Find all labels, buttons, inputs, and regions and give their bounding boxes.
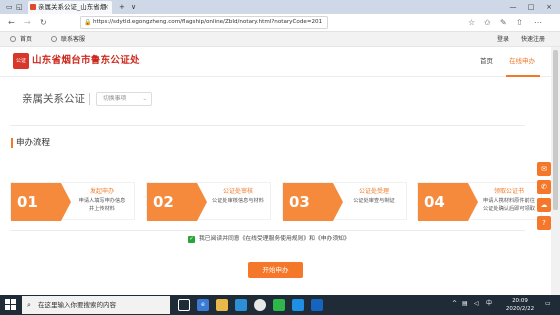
process-step: 03 公证处受理 公证处审查与制证 [282,182,407,221]
file-explorer-icon[interactable] [216,299,228,311]
share-icon[interactable]: ⇧ [516,14,523,32]
step-number: 02 [147,183,197,221]
wechat-taskbar-icon[interactable] [273,299,285,311]
minimize-button[interactable]: — [504,0,522,14]
favorites-icon[interactable]: ✩ [484,14,491,32]
section-marker [11,138,13,148]
nav-online-apply[interactable]: 在线申办 [509,56,535,66]
volume-icon[interactable]: ◁ [474,300,479,308]
tab-title: 亲属关系公证_山东省烟 [38,3,107,11]
app-icon[interactable] [292,299,304,311]
close-window-button[interactable]: × [540,0,558,14]
help-icon[interactable]: ? [537,216,551,230]
ime-indicator[interactable]: 中 [486,300,492,308]
title-divider [89,93,90,105]
bookmark-contact-service[interactable]: 联系客服 [61,32,85,47]
switch-item-select[interactable]: 切换事项 ⌄ [96,92,152,106]
address-bar[interactable]: 🔒 https://sdytld.egongzheng.com/flagship… [80,16,328,29]
clock-date: 2020/2/22 [505,306,535,312]
process-step: 02 公证处审核 公证处审核信息与材料 [146,182,271,221]
switch-item-label: 切换事项 [103,96,127,102]
taskbar-search-box[interactable]: ⌕ 在这里输入你要搜索的内容 [22,296,170,314]
favorites-star-icon[interactable]: ☆ [468,14,475,32]
url-text: https://sdytld.egongzheng.com/flagship/o… [93,19,323,25]
browser-app-icon[interactable] [254,299,266,311]
nav-active-indicator [506,75,540,77]
new-tab-button[interactable]: + [119,1,125,13]
tab-actions-icon[interactable]: ◱ [16,1,23,13]
site-favicon-icon [30,4,36,10]
agreement-text: 我已阅读并同意《在线受理服务使用规则》和《申办须知》 [199,236,350,242]
search-placeholder: 在这里输入你要搜索的内容 [38,301,116,309]
browser-tab[interactable]: 亲属关系公证_山东省烟 × [28,1,112,14]
bookmark-home[interactable]: 首页 [20,32,32,47]
process-step: 04 领取公证书 申请人携材料原件前往 公证处确认后即可领取 [417,182,542,221]
step-title: 公证处受理 [358,188,389,195]
login-link[interactable]: 登录 [497,32,509,47]
app-icon[interactable] [235,299,247,311]
service-icon [51,36,57,42]
chevron-down-icon: ⌄ [142,96,147,102]
step-desc: 公证处审核信息与材料 [212,198,264,204]
page-title: 亲属关系公证 [22,93,85,105]
search-icon: ⌕ [27,301,31,309]
phone-icon[interactable]: ✆ [537,180,551,194]
start-apply-button[interactable]: 开始申办 [248,262,303,278]
forward-button[interactable]: → [24,14,31,32]
reading-list-icon[interactable]: ✎ [500,14,507,32]
site-title: 山东省烟台市鲁东公证处 [32,55,140,66]
step-number: 01 [11,183,61,221]
step-number: 04 [418,183,468,221]
divider [10,125,525,126]
lock-icon: 🔒 [84,19,92,26]
store-icon[interactable] [311,299,323,311]
windows-start-icon[interactable] [5,299,17,311]
taskbar-clock[interactable]: 20:09 2020/2/22 [500,297,540,313]
back-button[interactable]: ← [8,14,15,32]
step-desc: 公证处审查与制证 [353,198,395,204]
divider [10,230,525,231]
maximize-button[interactable]: □ [522,0,540,14]
tab-list-button[interactable]: ∨ [131,1,136,13]
tray-chevron-icon[interactable]: ^ [452,300,457,308]
tab-close-icon[interactable]: × [103,1,109,13]
home-icon [10,36,16,42]
step-title: 发起申办 [89,188,114,195]
message-icon[interactable]: ✉ [537,162,551,176]
notification-icon[interactable]: ▭ [545,300,551,308]
step-number: 03 [283,183,333,221]
refresh-button[interactable]: ↻ [40,14,47,32]
more-menu-icon[interactable]: ⋯ [534,14,542,32]
step-desc: 申请人携材料原件前往 公证处确认后即可领取 [483,198,535,212]
wechat-icon[interactable]: ☁ [537,198,551,212]
process-step: 01 发起申办 申请人填写申办信息 并上传材料 [10,182,135,221]
scrollbar-thumb[interactable] [553,50,558,210]
clock-time: 20:09 [512,298,528,304]
step-desc: 申请人填写申办信息 并上传材料 [78,198,126,212]
site-logo: 公证 [13,53,29,69]
task-view-icon[interactable] [178,299,190,311]
step-title: 领取公证书 [493,188,524,195]
browser-menu-icon[interactable]: ▭ [6,1,13,13]
register-link[interactable]: 快速注册 [521,32,545,47]
nav-home[interactable]: 首页 [480,56,493,66]
step-title: 公证处审核 [222,188,253,195]
agreement-checkbox[interactable]: ✓ [188,236,195,243]
section-title: 申办流程 [16,138,51,148]
edge-browser-icon[interactable]: e [197,299,209,311]
network-icon[interactable]: ▤ [462,300,468,308]
